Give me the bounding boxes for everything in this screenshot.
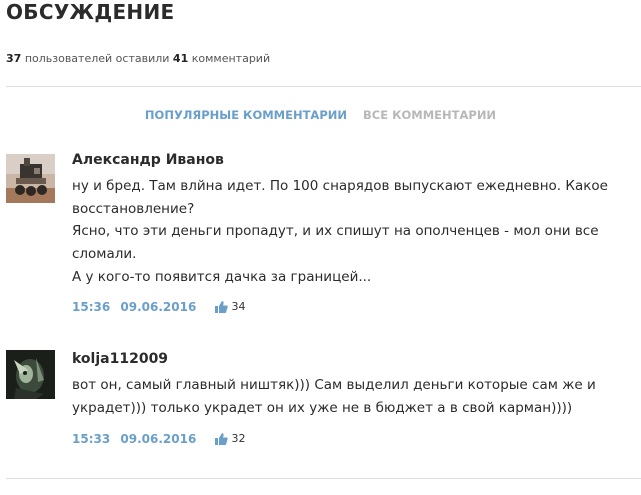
comment-date[interactable]: 09.06.2016 — [120, 300, 196, 314]
avatar-dark-image — [6, 350, 55, 399]
divider — [6, 86, 641, 87]
users-count: 37 — [6, 52, 22, 65]
comment-author[interactable]: kolja112009 — [72, 350, 168, 368]
comment-text-line: вот он, самый главный ништяк))) Сам выде… — [72, 377, 596, 393]
comment-time[interactable]: 15:36 — [72, 300, 110, 314]
section-title: ОБСУЖДЕНИЕ — [6, 0, 175, 24]
comment-meta: 15:36 09.06.2016 34 — [72, 299, 246, 315]
like-button[interactable]: 34 — [214, 299, 246, 315]
like-count: 32 — [231, 432, 246, 445]
comment-item: Александр Иванов ну и бред. Там влйна ид… — [6, 151, 641, 321]
comment-text-line: украдет))) только украдет он их уже не в… — [72, 399, 573, 416]
comment-text-line: восстановление? — [72, 200, 195, 217]
avatar-rover-image — [6, 154, 55, 203]
avatar[interactable] — [6, 154, 55, 203]
comment-text: вот он, самый главный ништяк))) Сам выде… — [72, 374, 632, 419]
like-button[interactable]: 32 — [214, 431, 246, 447]
comment-text: ну и бред. Там влйна идет. По 100 снаряд… — [72, 175, 632, 289]
users-text: пользователей оставили — [24, 52, 170, 65]
comment-text-line: Ясно, что эти деньги пропадут, и их спиш… — [72, 223, 599, 240]
comments-count: 41 — [172, 52, 189, 65]
like-count: 34 — [231, 300, 246, 313]
comment-item: kolja112009 вот он, самый главный ништяк… — [6, 350, 641, 460]
tab-all-comments[interactable]: ВСЕ КОММЕНТАРИИ — [363, 108, 496, 122]
discussion-stats: 37 пользователей оставили 41 комментарий — [6, 52, 270, 66]
tab-popular-comments[interactable]: ПОПУЛЯРНЫЕ КОММЕНТАРИИ — [145, 108, 347, 122]
comment-date[interactable]: 09.06.2016 — [120, 432, 196, 446]
divider — [6, 478, 641, 479]
comment-text-line: ну и бред. Там влйна идет. По 100 снаряд… — [72, 178, 608, 194]
comment-tabs: ПОПУЛЯРНЫЕ КОММЕНТАРИИ ВСЕ КОММЕНТАРИИ — [0, 108, 641, 122]
thumbs-up-icon — [214, 301, 228, 313]
comment-meta: 15:33 09.06.2016 32 — [72, 431, 246, 447]
comments-text: комментарий — [191, 52, 271, 65]
comment-text-line: А у кого-то появится дачка за границей..… — [72, 268, 372, 285]
avatar[interactable] — [6, 350, 55, 399]
comment-author[interactable]: Александр Иванов — [72, 151, 224, 169]
comment-text-line: сломали. — [72, 246, 137, 263]
thumbs-up-icon — [214, 433, 228, 445]
comment-time[interactable]: 15:33 — [72, 432, 110, 446]
